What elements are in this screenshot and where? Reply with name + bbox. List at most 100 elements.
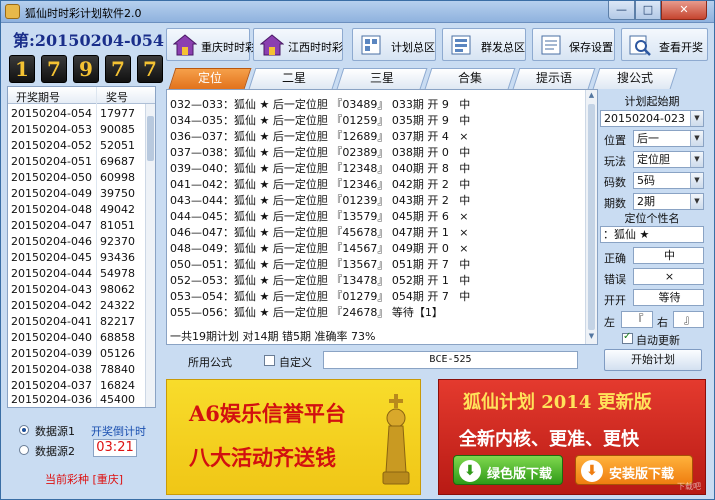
minimize-button[interactable]: — — [608, 1, 635, 20]
grid-icon — [451, 35, 471, 55]
column-header-number[interactable]: 奖号 — [106, 89, 128, 105]
tab-strip: 定位 二星 三星 合集 提示语 搜公式 — [166, 68, 711, 89]
tab-three-star[interactable]: 三星 — [336, 68, 428, 89]
plan-line: 055—056：狐仙 ★ 后一定位胆 『24678』 等待【1】 — [170, 306, 443, 319]
close-button[interactable]: ✕ — [661, 1, 707, 20]
history-scrollbar[interactable] — [145, 104, 155, 407]
start-period-select[interactable]: 20150204-023 ▼ — [600, 110, 704, 127]
plan-line: 039—040：狐仙 ★ 后一定位胆 『12348』 040期 开 8 中 — [170, 162, 471, 175]
period-cell: 20150204-050 — [11, 171, 92, 184]
position-select[interactable]: 后一 ▼ — [633, 130, 704, 147]
table-row[interactable]: 20150204-042 24322 — [8, 298, 146, 314]
tab-search-formula[interactable]: 搜公式 — [592, 68, 678, 89]
scrollbar-thumb[interactable] — [588, 104, 595, 330]
green-download-button[interactable]: ⬇ 绿色版下载 — [453, 455, 563, 485]
toolbar-label: 保存设置 — [569, 41, 613, 54]
tab-position[interactable]: 定位 — [168, 68, 252, 89]
number-cell: 93436 — [100, 251, 135, 264]
table-row[interactable]: 20150204-040 68858 — [8, 330, 146, 346]
table-row[interactable]: 20150204-038 78840 — [8, 362, 146, 378]
plan-line: 032—033：狐仙 ★ 后一定位胆 『03489』 033期 开 9 中 — [170, 98, 471, 111]
number-cell: 39750 — [100, 187, 135, 200]
chongqing-lottery-button[interactable]: 重庆时时彩 — [166, 28, 256, 61]
plan-result-textarea[interactable]: 032—033：狐仙 ★ 后一定位胆 『03489』 033期 开 9 中 03… — [166, 89, 598, 345]
table-row[interactable]: 20150204-053 90085 — [8, 122, 146, 138]
source1-label[interactable]: 数据源1 — [35, 423, 75, 439]
tab-two-star[interactable]: 二星 — [248, 68, 340, 89]
auto-update-label[interactable]: 自动更新 — [636, 332, 680, 348]
install-download-button[interactable]: ⬇ 安装版下载 — [575, 455, 693, 485]
source2-radio[interactable] — [19, 445, 29, 455]
plan-line: 041—042：狐仙 ★ 后一定位胆 『12346』 042期 开 2 中 — [170, 178, 471, 191]
column-header-period[interactable]: 开奖期号 — [16, 89, 60, 105]
table-row[interactable]: 20150204-039 05126 — [8, 346, 146, 362]
table-row[interactable]: 20150204-045 93436 — [8, 250, 146, 266]
plan-line: 046—047：狐仙 ★ 后一定位胆 『45678』 047期 开 1 × — [170, 226, 469, 239]
scroll-up-icon[interactable]: ▲ — [586, 91, 597, 102]
period-count-select[interactable]: 2期 ▼ — [633, 193, 704, 210]
plan-scrollbar[interactable]: ▲ ▼ — [585, 90, 597, 344]
signature-input[interactable]: ：狐仙 ★ — [600, 226, 704, 243]
auto-update-checkbox[interactable] — [622, 331, 633, 344]
draw-ball: 1 — [9, 55, 35, 83]
left-bracket-input[interactable]: 『 — [621, 311, 653, 328]
number-cell: 69687 — [100, 155, 135, 168]
table-row[interactable]: 20150204-044 54978 — [8, 266, 146, 282]
wrong-label: 错误 — [604, 273, 626, 286]
chevron-down-icon: ▼ — [690, 194, 703, 209]
custom-formula-checkbox[interactable] — [264, 355, 275, 366]
watermark: 下载吧 — [677, 482, 701, 491]
countdown-timer: 03:21 — [93, 439, 137, 457]
table-row[interactable]: 20150204-046 92370 — [8, 234, 146, 250]
table-row[interactable]: 20150204-043 98062 — [8, 282, 146, 298]
number-cell: 54978 — [100, 267, 135, 280]
ad-banner-right[interactable]: 狐仙计划 2014 更新版 全新内核、更准、更快 ⬇ 绿色版下载 ⬇ 安装版下载… — [438, 379, 706, 495]
tab-tips[interactable]: 提示语 — [512, 68, 596, 89]
start-plan-button[interactable]: 开始计划 — [604, 349, 702, 371]
wrong-mark-input[interactable]: × — [633, 268, 704, 285]
maximize-button[interactable]: □ — [635, 1, 661, 20]
scrollbar-thumb[interactable] — [147, 116, 154, 161]
period-cell: 20150204-049 — [11, 187, 92, 200]
scroll-down-icon[interactable]: ▼ — [586, 332, 597, 343]
table-row[interactable]: 20150204-051 69687 — [8, 154, 146, 170]
table-row[interactable]: 20150204-049 39750 — [8, 186, 146, 202]
custom-formula-label[interactable]: 自定义 — [279, 354, 312, 370]
jiangxi-lottery-button[interactable]: 江西时时彩 — [253, 28, 343, 61]
correct-mark-input[interactable]: 中 — [633, 247, 704, 264]
draw-history-table[interactable]: 开奖期号 奖号 20150204-054 17977 20150204-053 90… — [7, 86, 156, 408]
position-label: 位置 — [604, 134, 626, 147]
table-row[interactable]: 20150204-050 60998 — [8, 170, 146, 186]
period-cell: 20150204-051 — [11, 155, 92, 168]
period-cell: 20150204-039 — [11, 347, 92, 360]
right-bracket-input[interactable]: 』 — [673, 311, 704, 328]
toolbar-label: 群发总区 — [481, 41, 525, 54]
open-label: 开开 — [604, 294, 626, 307]
formula-code-field[interactable]: BCE-525 — [323, 351, 578, 369]
save-icon — [541, 35, 561, 55]
count-select[interactable]: 5码 ▼ — [633, 172, 704, 189]
period-cell: 20150204-046 — [11, 235, 92, 248]
tab-collection[interactable]: 合集 — [424, 68, 516, 89]
play-select[interactable]: 定位胆 ▼ — [633, 151, 704, 168]
app-icon — [5, 4, 20, 19]
chess-king-icon — [382, 394, 410, 485]
toolbar-label: 查看开奖 — [659, 41, 703, 54]
period-cell: 20150204-040 — [11, 331, 92, 344]
table-row[interactable]: 20150204-047 81051 — [8, 218, 146, 234]
view-results-button[interactable]: 查看开奖 — [621, 28, 708, 61]
draw-ball: 7 — [105, 55, 131, 83]
formula-label: 所用公式 — [188, 356, 232, 369]
source1-radio[interactable] — [19, 425, 29, 435]
table-row[interactable]: 20150204-054 17977 — [8, 106, 146, 122]
table-row[interactable]: 20150204-041 82217 — [8, 314, 146, 330]
ad-banner-left[interactable]: A6娱乐信誉平台 八大活动齐送钱 — [166, 379, 421, 495]
broadcast-area-button[interactable]: 群发总区 — [442, 28, 526, 61]
waiting-mark-input[interactable]: 等待 — [633, 289, 704, 306]
table-row[interactable]: 20150204-052 52051 — [8, 138, 146, 154]
table-row[interactable]: 20150204-048 49042 — [8, 202, 146, 218]
source2-label[interactable]: 数据源2 — [35, 443, 75, 459]
plan-area-button[interactable]: 计划总区 — [352, 28, 436, 61]
save-settings-button[interactable]: 保存设置 — [532, 28, 615, 61]
table-row[interactable]: 20150204-036 45400 — [8, 392, 146, 407]
